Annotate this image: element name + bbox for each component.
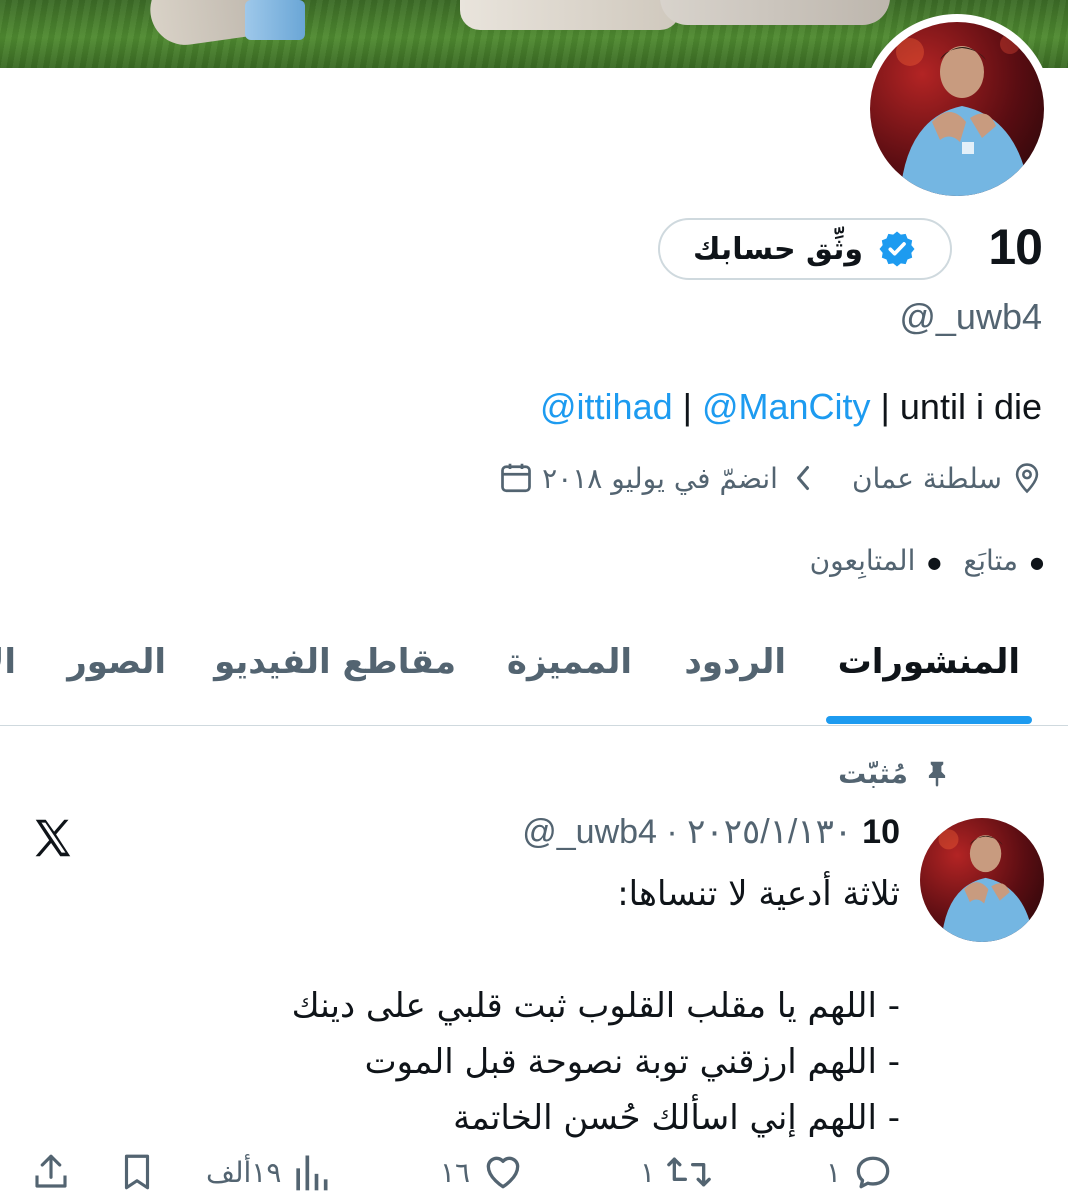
- avatar-photo: [938, 829, 1035, 942]
- views-count: ١٩ألف: [206, 1155, 282, 1189]
- follow-counts-row: ● متابَع ● المتابِعون: [810, 544, 1044, 577]
- bio-separator: |: [870, 386, 900, 427]
- avatar-photo: [896, 34, 1030, 196]
- reply-count: ١: [826, 1155, 842, 1189]
- active-tab-indicator: [826, 716, 1032, 724]
- tab-posts[interactable]: المنشورات: [838, 642, 1020, 682]
- tab-likes[interactable]: الإ: [0, 642, 16, 682]
- profile-tabs: المنشورات الردود المميزة مقاطع الفيديو ا…: [0, 620, 1068, 726]
- tweet-handle-date[interactable]: @_uwb4 · ٢٠٢٥/١/١٣٠: [522, 812, 852, 852]
- reply-button[interactable]: ١: [826, 1150, 895, 1194]
- like-button[interactable]: ١٦: [440, 1150, 526, 1194]
- display-name: 10: [988, 219, 1043, 275]
- profile-join-date: انضمّ في يوليو ٢٠١٨: [498, 460, 778, 496]
- bookmark-icon: [124, 1154, 150, 1190]
- pin-icon: [928, 761, 946, 787]
- profile-bio: @ittihad | @ManCity | until i die: [540, 386, 1042, 428]
- like-count: ١٦: [440, 1155, 471, 1189]
- share-button[interactable]: [30, 1150, 72, 1194]
- pinned-text: مُثبّت: [838, 756, 908, 790]
- tweet-author-avatar[interactable]: [920, 818, 1044, 942]
- x-logo-icon: [35, 819, 71, 857]
- join-date-text: انضمّ في يوليو ٢٠١٨: [542, 461, 778, 495]
- repost-icon: [667, 1157, 711, 1187]
- reply-icon: [856, 1156, 890, 1189]
- chevron-left-icon[interactable]: [792, 463, 814, 493]
- verify-account-label: وثِّق حسابك: [693, 231, 864, 267]
- following-label: متابَع: [963, 544, 1019, 577]
- tweet-header: 10 @_uwb4 · ٢٠٢٥/١/١٣٠: [522, 812, 900, 852]
- verified-badge-icon: [879, 231, 915, 267]
- banner-player-leg-2: [660, 0, 890, 25]
- tweet-line: - اللهم إني اسألك حُسن الخاتمة: [453, 1098, 900, 1138]
- tweet-line: - اللهم يا مقلب القلوب ثبت قلبي على دينك: [291, 986, 900, 1026]
- tab-replies[interactable]: الردود: [684, 642, 786, 682]
- followers-link[interactable]: ● المتابِعون: [810, 544, 942, 577]
- bio-text: until i die: [899, 386, 1042, 427]
- bio-mention-ittihad[interactable]: @ittihad: [540, 386, 673, 427]
- tweet-line: - اللهم ارزقني توبة نصوحة قبل الموت: [364, 1042, 900, 1082]
- profile-meta-row: سلطنة عمان انضمّ في يوليو ٢٠١٨: [498, 460, 1044, 496]
- profile-handle: @_uwb4: [899, 296, 1042, 337]
- banner-player-sock: [245, 0, 305, 40]
- views-button[interactable]: ١٩ألف: [206, 1150, 331, 1194]
- banner-player-shorts: [460, 0, 680, 30]
- profile-avatar-frame[interactable]: [862, 14, 1052, 204]
- tab-videos[interactable]: مقاطع الفيديو: [214, 642, 456, 682]
- tweet-actions: ١ ١ ١٦ ١٩ألف: [0, 1150, 1068, 1200]
- tweet-line: ثلاثة أدعية لا تنساها:: [617, 874, 900, 914]
- dot-separator: ●: [927, 552, 942, 572]
- location-text: سلطنة عمان: [851, 461, 1002, 495]
- profile-location: سلطنة عمان: [852, 461, 1044, 495]
- verify-account-button[interactable]: وثِّق حسابك: [658, 218, 952, 280]
- chevron-icon: [796, 466, 809, 490]
- tweet-text: ثلاثة أدعية لا تنساها: - اللهم يا مقلب ا…: [180, 866, 900, 1146]
- following-link[interactable]: ● متابَع: [963, 544, 1044, 577]
- tweet-line: [180, 922, 900, 978]
- pinned-label: مُثبّت: [838, 756, 952, 790]
- heart-icon: [486, 1156, 520, 1189]
- tab-photos[interactable]: الصور: [67, 642, 166, 682]
- location-pin-icon: [1015, 463, 1039, 494]
- calendar-icon: [501, 463, 532, 493]
- bio-separator: |: [672, 386, 702, 427]
- repost-button[interactable]: ١: [640, 1150, 713, 1194]
- views-icon: [296, 1155, 328, 1191]
- bookmark-button[interactable]: [116, 1150, 158, 1194]
- bio-mention-mancity[interactable]: @ManCity: [702, 386, 871, 427]
- profile-avatar[interactable]: [870, 22, 1044, 196]
- dot-separator: ●: [1030, 552, 1044, 572]
- tweet-author-name[interactable]: 10: [862, 813, 900, 852]
- followers-label: المتابِعون: [809, 544, 916, 577]
- repost-count: ١: [640, 1155, 656, 1189]
- share-icon: [35, 1154, 67, 1188]
- tab-highlights[interactable]: المميزة: [507, 642, 632, 682]
